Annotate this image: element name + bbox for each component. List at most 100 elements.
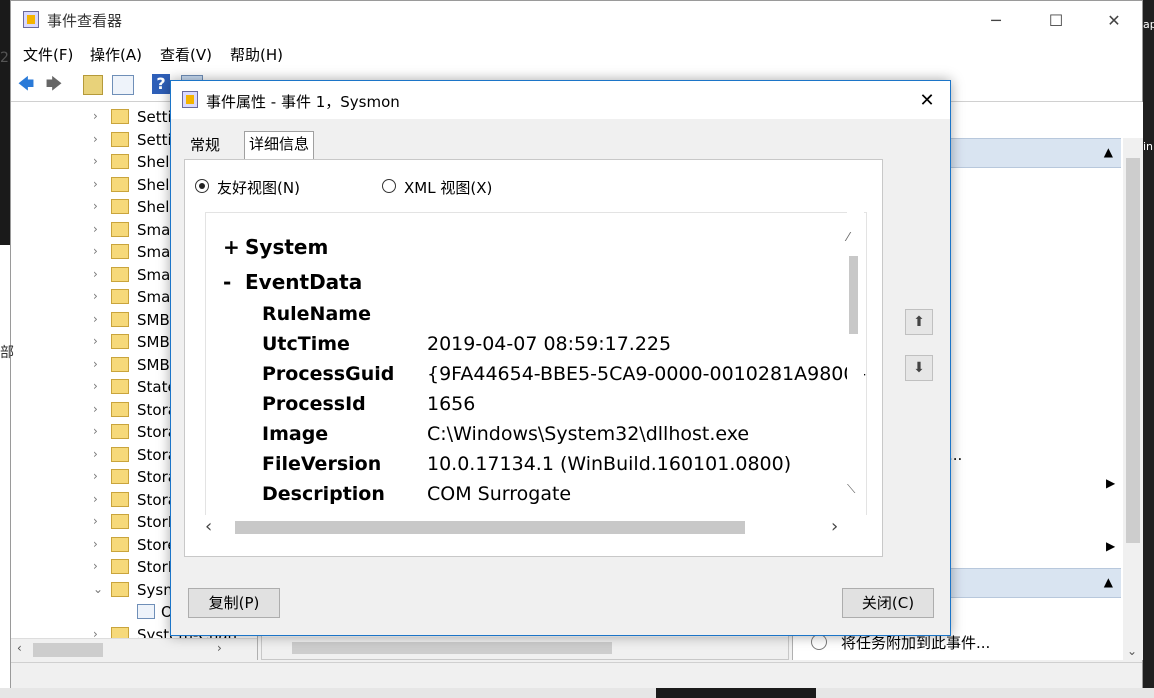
radio-unselected-icon[interactable]: [382, 179, 396, 193]
property-name: Description: [262, 483, 385, 505]
console-tree-icon[interactable]: [112, 75, 134, 95]
scroll-down-icon[interactable]: ⟍: [847, 482, 855, 497]
chevron-right-icon[interactable]: ›: [93, 469, 98, 483]
close-button[interactable]: ✕: [1091, 7, 1137, 35]
tree-item-label: Sma: [137, 265, 171, 284]
dialog-title: 事件属性 - 事件 1，Sysmon: [206, 93, 400, 111]
property-name: FileVersion: [262, 453, 382, 475]
scroll-thumb[interactable]: [292, 642, 612, 654]
folder-up-icon[interactable]: [83, 75, 103, 95]
menu-help[interactable]: 帮助(H): [230, 44, 283, 65]
chevron-right-icon[interactable]: ›: [93, 514, 98, 528]
desktop-glyph: 部: [0, 345, 14, 361]
section-eventdata[interactable]: - EventData: [223, 270, 362, 294]
minimize-button[interactable]: ─: [973, 7, 1019, 35]
collapse-up-icon[interactable]: ▲: [1104, 145, 1113, 159]
chevron-right-icon[interactable]: ›: [93, 154, 98, 168]
scroll-thumb[interactable]: [235, 521, 745, 534]
chevron-right-icon[interactable]: ›: [93, 334, 98, 348]
folder-icon: [111, 221, 129, 237]
forward-arrow-icon[interactable]: 🡆: [43, 73, 65, 95]
next-event-button[interactable]: ⬇: [905, 355, 933, 381]
chevron-right-icon[interactable]: ›: [93, 402, 98, 416]
property-name: UtcTime: [262, 333, 350, 355]
tree-item-label: Shel: [137, 198, 170, 216]
menu-view[interactable]: 查看(V): [160, 44, 212, 65]
chevron-right-icon[interactable]: ›: [93, 424, 98, 438]
submenu-arrow-icon[interactable]: ▶: [1106, 476, 1115, 490]
chevron-right-icon[interactable]: ›: [93, 222, 98, 236]
chevron-right-icon[interactable]: ›: [93, 447, 98, 461]
maximize-button[interactable]: ☐: [1033, 7, 1079, 35]
chevron-right-icon[interactable]: ›: [93, 132, 98, 146]
event-list-hscroll[interactable]: [262, 637, 788, 659]
property-value: 10.0.17134.1 (WinBuild.160101.0800): [427, 453, 792, 475]
previous-event-button[interactable]: ⬆: [905, 309, 933, 335]
chevron-right-icon[interactable]: ›: [93, 177, 98, 191]
taskbar-strip: [0, 688, 1154, 698]
chevron-right-icon[interactable]: ›: [93, 379, 98, 393]
folder-icon: [111, 199, 129, 214]
tab-general[interactable]: 常规: [186, 133, 224, 158]
chevron-down-icon[interactable]: ⌄: [93, 582, 103, 596]
scroll-right-icon[interactable]: ›: [217, 641, 222, 655]
chevron-right-icon[interactable]: ›: [93, 312, 98, 326]
desktop-right-edge: ap in: [1143, 0, 1154, 698]
copy-button[interactable]: 复制(P): [188, 588, 280, 618]
help-icon[interactable]: ?: [152, 74, 170, 94]
detail-hscroll[interactable]: ‹ ›: [205, 515, 867, 539]
folder-icon: [111, 514, 129, 529]
chevron-right-icon[interactable]: ›: [93, 492, 98, 506]
scroll-thumb[interactable]: [1126, 158, 1140, 543]
scroll-thumb[interactable]: [33, 643, 103, 657]
chevron-right-icon[interactable]: ›: [93, 537, 98, 551]
tree-item-label: SMB: [137, 333, 170, 351]
back-arrow-icon[interactable]: 🡄: [15, 73, 37, 95]
detail-vscroll[interactable]: ⁄ ⟍: [847, 212, 864, 518]
scroll-down-icon[interactable]: ⌄: [1127, 644, 1137, 658]
section-system[interactable]: + System: [223, 235, 328, 259]
tree-item-label: Sma: [137, 220, 171, 239]
close-dialog-button[interactable]: 关闭(C): [842, 588, 934, 618]
event-viewer-icon: [23, 11, 39, 28]
details-panel: 友好视图(N) XML 视图(X) + System - EventData Rul…: [184, 159, 883, 557]
folder-icon: [111, 176, 129, 192]
property-value: COM Surrogate: [427, 483, 572, 505]
tree-horizontal-scrollbar[interactable]: ‹ ›: [11, 638, 257, 661]
radio-selected-icon[interactable]: [195, 179, 209, 193]
dialog-titlebar: 事件属性 - 事件 1，Sysmon ✕: [171, 81, 950, 119]
event-viewer-icon: [182, 91, 198, 108]
dialog-close-icon[interactable]: ✕: [907, 87, 947, 115]
scroll-left-icon[interactable]: ‹: [205, 516, 212, 537]
chevron-right-icon[interactable]: ›: [93, 289, 98, 303]
collapse-up-icon[interactable]: ▲: [1104, 575, 1113, 589]
folder-icon: [111, 469, 129, 484]
friendly-view-label: 友好视图(N): [217, 179, 300, 197]
property-name: ProcessId: [262, 393, 366, 415]
menu-action[interactable]: 操作(A): [90, 44, 142, 65]
chevron-right-icon[interactable]: ›: [93, 357, 98, 371]
log-icon: [137, 604, 155, 619]
xml-view-label: XML 视图(X): [404, 179, 493, 197]
tree-item-label: Sma: [137, 243, 171, 261]
chevron-right-icon[interactable]: ›: [93, 267, 98, 281]
event-properties-dialog: 事件属性 - 事件 1，Sysmon ✕ 常规 详细信息 友好视图(N) XML…: [170, 80, 951, 636]
scroll-thumb[interactable]: [849, 256, 858, 334]
chevron-right-icon[interactable]: ›: [93, 199, 98, 213]
collapse-icon[interactable]: -: [223, 270, 245, 294]
chevron-right-icon[interactable]: ›: [93, 109, 98, 123]
folder-icon: [111, 446, 129, 462]
menu-file[interactable]: 文件(F): [23, 44, 73, 65]
folder-icon: [111, 289, 129, 304]
scroll-up-icon[interactable]: ⁄: [847, 230, 849, 244]
submenu-arrow-icon[interactable]: ▶: [1106, 539, 1115, 553]
chevron-right-icon[interactable]: ›: [93, 559, 98, 573]
chevron-right-icon[interactable]: ›: [93, 244, 98, 258]
scroll-left-icon[interactable]: ‹: [17, 641, 22, 655]
actions-vscroll[interactable]: ⌄: [1123, 138, 1143, 660]
expand-icon[interactable]: +: [223, 235, 245, 259]
tab-details[interactable]: 详细信息: [244, 131, 315, 159]
folder-icon: [111, 559, 129, 574]
folder-icon: [111, 356, 129, 372]
scroll-right-icon[interactable]: ›: [831, 516, 838, 537]
